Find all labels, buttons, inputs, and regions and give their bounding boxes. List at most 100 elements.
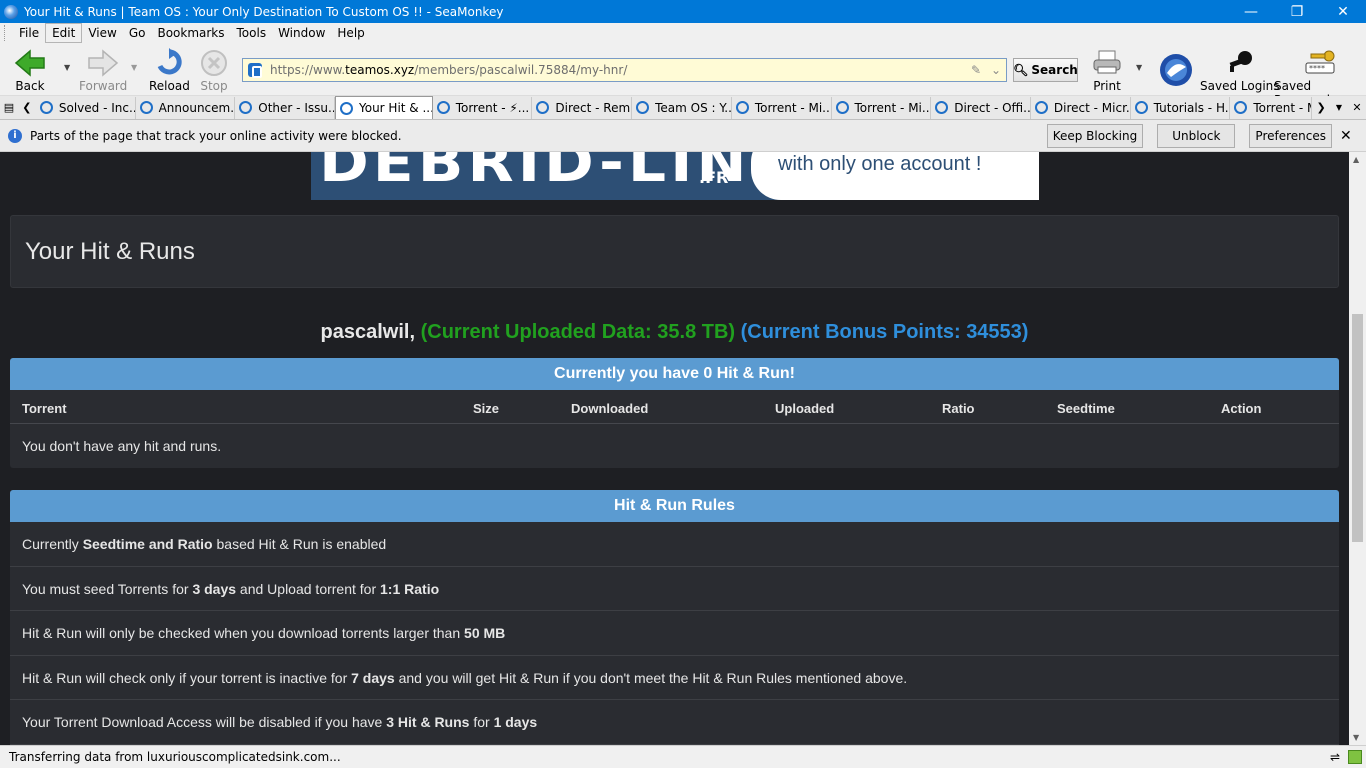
tab-item[interactable]: Torrent - Mi...: [832, 96, 932, 119]
url-dropdown-icon[interactable]: ⌄: [986, 63, 1006, 77]
search-button[interactable]: 🔍︎ Search: [1013, 58, 1078, 82]
menu-window[interactable]: Window: [272, 24, 331, 42]
tab-item[interactable]: Torrent - Mi...: [732, 96, 832, 119]
banner-logo: DEBRID-LINK: [319, 152, 802, 195]
back-label: Back: [15, 79, 45, 93]
reload-label: Reload: [149, 79, 190, 93]
menu-file[interactable]: File: [13, 24, 45, 42]
vertical-scrollbar[interactable]: ▲ ▼: [1349, 152, 1366, 745]
forward-arrow-icon: [87, 47, 119, 79]
status-text: Transferring data from luxuriouscomplica…: [9, 750, 341, 764]
scroll-tabs-left-icon[interactable]: ❮: [18, 101, 36, 114]
info-icon: i: [8, 128, 22, 143]
close-button[interactable]: ✕: [1320, 0, 1366, 23]
menu-bookmarks[interactable]: Bookmarks: [151, 24, 230, 42]
seamonkey-throbber-icon[interactable]: [1159, 53, 1193, 90]
printer-icon: [1092, 47, 1122, 79]
bonus-points: (Current Bonus Points: 34553): [740, 321, 1029, 343]
tab-item[interactable]: Torrent - ⚡...: [433, 96, 533, 119]
rule-item: Hit & Run will only be checked when you …: [10, 611, 1339, 656]
title-bar: Your Hit & Runs | Team OS : Your Only De…: [0, 0, 1366, 23]
stop-button[interactable]: Stop: [200, 47, 228, 93]
site-icon: [536, 101, 550, 114]
column-action: Action: [1221, 401, 1262, 416]
site-icon: [39, 101, 53, 114]
scrollbar-thumb[interactable]: [1352, 314, 1363, 542]
tab-item[interactable]: Other - Issu...: [235, 96, 335, 119]
key-icon: [1225, 47, 1255, 79]
print-dropdown-icon[interactable]: ▼: [1136, 63, 1142, 72]
preferences-button[interactable]: Preferences: [1249, 123, 1332, 148]
tab-item[interactable]: Direct - Offi...: [931, 96, 1031, 119]
close-tab-icon[interactable]: ✕: [1348, 101, 1366, 114]
url-bar[interactable]: https://www. teamos.xyz /members/pascalw…: [242, 58, 1007, 82]
tab-item[interactable]: Direct - Micr...: [1031, 96, 1131, 119]
site-icon: [239, 101, 253, 114]
uploaded-data: (Current Uploaded Data: 35.8 TB): [420, 321, 736, 343]
reload-button[interactable]: Reload: [149, 47, 190, 93]
tab-item[interactable]: Tutorials - H...: [1131, 96, 1231, 119]
ad-banner[interactable]: DEBRID-LINK .FR with only one account !: [311, 152, 1039, 200]
saved-logins-button[interactable]: Saved Logins: [1200, 47, 1280, 93]
stop-icon: [200, 47, 228, 79]
toolbar-grip[interactable]: [4, 25, 7, 41]
menu-view[interactable]: View: [82, 24, 122, 42]
pencil-icon[interactable]: ✎: [966, 63, 986, 77]
tab-item-selected[interactable]: Your Hit & ...: [334, 96, 433, 119]
site-icon: [1034, 101, 1048, 114]
url-host: teamos.xyz: [345, 63, 415, 77]
rule-item: You must seed Torrents for 3 days and Up…: [10, 567, 1339, 611]
keep-blocking-button[interactable]: Keep Blocking: [1046, 123, 1144, 148]
tab-dropdown-icon[interactable]: ▼: [1330, 103, 1348, 112]
user-stats-line: pascalwil, (Current Uploaded Data: 35.8 …: [0, 321, 1349, 344]
print-button[interactable]: Print: [1092, 47, 1122, 93]
table-header: Torrent Size Downloaded Uploaded Ratio S…: [10, 390, 1339, 424]
hit-and-run-panel: Currently you have 0 Hit & Run! Torrent …: [10, 358, 1339, 468]
close-notification-icon[interactable]: ✕: [1340, 128, 1360, 144]
column-seedtime: Seedtime: [1057, 401, 1115, 416]
site-icon: [339, 101, 353, 115]
menu-help[interactable]: Help: [331, 24, 370, 42]
site-icon: [1234, 101, 1248, 114]
seamonkey-icon: [4, 4, 18, 19]
menu-tools[interactable]: Tools: [231, 24, 273, 42]
username[interactable]: pascalwil,: [321, 321, 416, 343]
site-identity-icon[interactable]: [248, 63, 262, 78]
column-ratio: Ratio: [942, 401, 975, 416]
rules-panel: Hit & Run Rules Currently Seedtime and R…: [10, 490, 1339, 745]
menu-go[interactable]: Go: [123, 24, 152, 42]
column-uploaded: Uploaded: [775, 401, 835, 416]
tab-item[interactable]: Direct - Rem...: [532, 96, 633, 119]
url-scheme: https://www.: [270, 63, 346, 77]
tab-item[interactable]: Team OS : Y...: [632, 96, 732, 119]
unblock-button[interactable]: Unblock: [1157, 123, 1236, 148]
back-button[interactable]: Back: [14, 47, 46, 93]
site-icon: [735, 101, 749, 114]
search-label: Search: [1031, 63, 1078, 77]
tab-item[interactable]: Torrent - M: [1230, 96, 1313, 119]
magnifier-icon: 🔍︎: [1013, 63, 1029, 77]
print-label: Print: [1093, 79, 1121, 93]
site-icon: [935, 101, 949, 114]
forward-dropdown-icon[interactable]: ▼: [131, 63, 137, 72]
rule-item: Your Torrent Download Access will be dis…: [10, 700, 1339, 745]
back-dropdown-icon[interactable]: ▼: [64, 63, 70, 72]
security-lock-icon[interactable]: [1348, 750, 1362, 764]
column-downloaded: Downloaded: [571, 401, 649, 416]
scroll-down-icon[interactable]: ▼: [1353, 733, 1359, 742]
scroll-up-icon[interactable]: ▲: [1353, 155, 1359, 164]
restore-button[interactable]: ❐: [1274, 0, 1320, 23]
tab-item[interactable]: Solved - Inc...: [36, 96, 136, 119]
tab-list-icon[interactable]: ▤: [0, 101, 18, 114]
svg-text:****: ****: [1309, 64, 1325, 73]
scroll-tabs-right-icon[interactable]: ❯: [1312, 101, 1330, 114]
menu-edit[interactable]: Edit: [45, 23, 83, 43]
site-icon: [636, 101, 650, 114]
online-connection-icon[interactable]: ⇌: [1330, 750, 1340, 764]
page-title: Your Hit & Runs: [25, 238, 195, 265]
forward-button[interactable]: Forward: [79, 47, 127, 93]
back-arrow-icon: [14, 47, 46, 79]
minimize-button[interactable]: —: [1228, 0, 1274, 23]
tab-item[interactable]: Announcem...: [136, 96, 236, 119]
rule-item: Hit & Run will check only if your torren…: [10, 656, 1339, 700]
